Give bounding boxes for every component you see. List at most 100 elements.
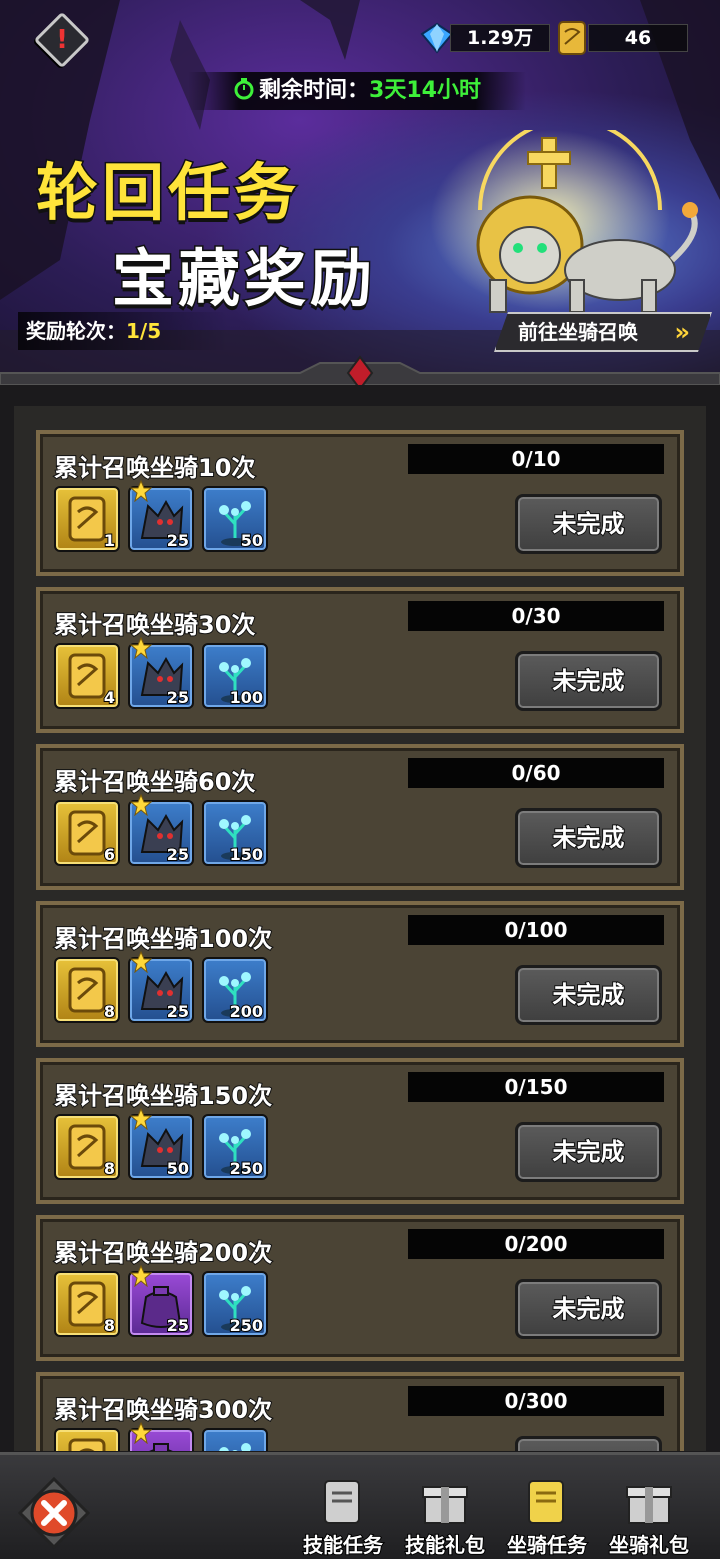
reward-qty: 1: [103, 530, 116, 551]
reward-item[interactable]: [128, 1422, 194, 1451]
tab-mount-packs-label: 坐骑礼包: [608, 1532, 690, 1558]
star-icon: [130, 794, 152, 816]
tab-skill-packs[interactable]: 技能礼包: [395, 1475, 495, 1559]
star-icon: [130, 1265, 152, 1287]
task-scroll-icon: [528, 1480, 564, 1524]
reward-item[interactable]: 50: [128, 1108, 194, 1180]
task-name: 累计召唤坐骑100次: [53, 924, 273, 954]
task-progress: 0/10: [408, 444, 664, 474]
star-icon: [130, 951, 152, 973]
tab-mount-tasks[interactable]: 坐骑任务: [497, 1475, 597, 1559]
reward-item[interactable]: 8: [54, 1114, 120, 1180]
reward-qty: 250: [229, 1158, 264, 1179]
task-status-button[interactable]: 未完成: [515, 1122, 662, 1182]
task-card: 累计召唤坐骑30次 0/30 4 25 100 未完成: [36, 587, 684, 733]
task-status-button[interactable]: 未完成: [515, 494, 662, 554]
task-status-button[interactable]: 未完成: [515, 965, 662, 1025]
reward-qty: 25: [166, 530, 190, 551]
task-status-button[interactable]: 未完成: [515, 808, 662, 868]
clock-icon: [234, 78, 254, 100]
reward-qty: 150: [229, 844, 264, 865]
reward-item[interactable]: [202, 1428, 268, 1451]
reward-qty: 25: [166, 687, 190, 708]
event-title-line1: 轮回任务: [34, 155, 301, 231]
reward-item[interactable]: 25: [128, 480, 194, 552]
task-progress: 0/150: [408, 1072, 664, 1102]
task-scroll-icon: [324, 1480, 360, 1524]
gift-icon: [626, 1486, 672, 1524]
exclamation-icon: !: [56, 25, 68, 55]
reward-qty: 100: [229, 687, 264, 708]
reward-round: 奖励轮次：1/5: [18, 312, 228, 350]
reward-item[interactable]: 8: [54, 1271, 120, 1337]
task-list[interactable]: 累计召唤坐骑10次 0/10 1 25 50 未完成 累计召唤坐骑30次 0/30 4 25 100…: [14, 406, 706, 1451]
task-card: 累计召唤坐骑150次 0/150 8 50 250 未完成: [36, 1058, 684, 1204]
bottom-nav: 技能任务 技能礼包 坐骑任务 坐骑礼包: [0, 1452, 720, 1559]
reward-qty: 8: [103, 1001, 116, 1022]
reward-item[interactable]: 50: [202, 486, 268, 552]
reward-item[interactable]: 200: [202, 957, 268, 1023]
task-status-button[interactable]: 未完成: [515, 1279, 662, 1339]
lion-mount-illustration: [430, 130, 698, 313]
event-title-line2: 宝藏奖励: [110, 241, 377, 317]
reward-item[interactable]: 1: [54, 486, 120, 552]
reward-item[interactable]: 25: [128, 794, 194, 866]
scroll-currency-icon: [558, 21, 586, 55]
tab-mount-packs[interactable]: 坐骑礼包: [599, 1475, 699, 1559]
reward-qty: 25: [166, 844, 190, 865]
reward-round-value: 1/5: [126, 319, 162, 343]
star-icon: [130, 637, 152, 659]
gift-icon: [422, 1486, 468, 1524]
task-progress: 0/100: [408, 915, 664, 945]
remaining-time: 剩余时间：3天14小时: [188, 72, 526, 110]
event-banner: ! 1.29万 46 剩余时间：3天14小时 轮回任务 宝藏奖励 奖励轮次：1/…: [0, 0, 720, 385]
reward-qty: 50: [240, 530, 264, 551]
task-name: 累计召唤坐骑10次: [53, 453, 256, 483]
reward-qty: 250: [229, 1315, 264, 1336]
task-status-button[interactable]: 未完成: [515, 651, 662, 711]
reward-item[interactable]: 25: [128, 637, 194, 709]
star-icon: [130, 480, 152, 502]
task-progress: 0/60: [408, 758, 664, 788]
task-progress: 0/30: [408, 601, 664, 631]
task-card: 累计召唤坐骑10次 0/10 1 25 50 未完成: [36, 430, 684, 576]
tab-skill-tasks-label: 技能任务: [302, 1532, 384, 1558]
task-status-button[interactable]: 未完成: [515, 1436, 662, 1451]
star-icon: [130, 1108, 152, 1130]
reward-qty: 4: [103, 687, 116, 708]
reward-qty: 50: [166, 1158, 190, 1179]
reward-item[interactable]: 250: [202, 1271, 268, 1337]
banner-divider: [0, 355, 720, 385]
reward-item[interactable]: 250: [202, 1114, 268, 1180]
reward-item[interactable]: 25: [128, 951, 194, 1023]
reward-item[interactable]: 4: [54, 643, 120, 709]
timer-value: 3天14小时: [369, 78, 481, 103]
reward-round-label: 奖励轮次：: [26, 319, 126, 343]
goto-mount-summon-button[interactable]: 前往坐骑召唤 »: [494, 312, 712, 352]
task-name: 累计召唤坐骑30次: [53, 610, 256, 640]
task-name: 累计召唤坐骑300次: [53, 1395, 273, 1425]
tab-mount-tasks-label: 坐骑任务: [506, 1532, 588, 1558]
reward-item[interactable]: 100: [202, 643, 268, 709]
reward-item[interactable]: 150: [202, 800, 268, 866]
scroll-count: 46: [588, 24, 688, 52]
reward-qty: 25: [166, 1001, 190, 1022]
chevron-right-icon: »: [674, 318, 690, 346]
gem-count: 1.29万: [450, 24, 550, 52]
reward-item[interactable]: 25: [128, 1265, 194, 1337]
reward-qty: 6: [103, 844, 116, 865]
task-card: 累计召唤坐骑100次 0/100 8 25 200 未完成: [36, 901, 684, 1047]
tab-skill-packs-label: 技能礼包: [404, 1532, 486, 1558]
task-progress: 0/200: [408, 1229, 664, 1259]
close-button[interactable]: [18, 1477, 90, 1549]
tab-skill-tasks[interactable]: 技能任务: [293, 1475, 393, 1559]
task-card: 累计召唤坐骑200次 0/200 8 25 250 未完成: [36, 1215, 684, 1361]
reward-item[interactable]: 6: [54, 800, 120, 866]
task-name: 累计召唤坐骑60次: [53, 767, 256, 797]
reward-item[interactable]: [54, 1428, 120, 1451]
reward-item[interactable]: 8: [54, 957, 120, 1023]
gem-icon: [420, 22, 454, 54]
reward-qty: 200: [229, 1001, 264, 1022]
task-name: 累计召唤坐骑200次: [53, 1238, 273, 1268]
reward-qty: 8: [103, 1158, 116, 1179]
